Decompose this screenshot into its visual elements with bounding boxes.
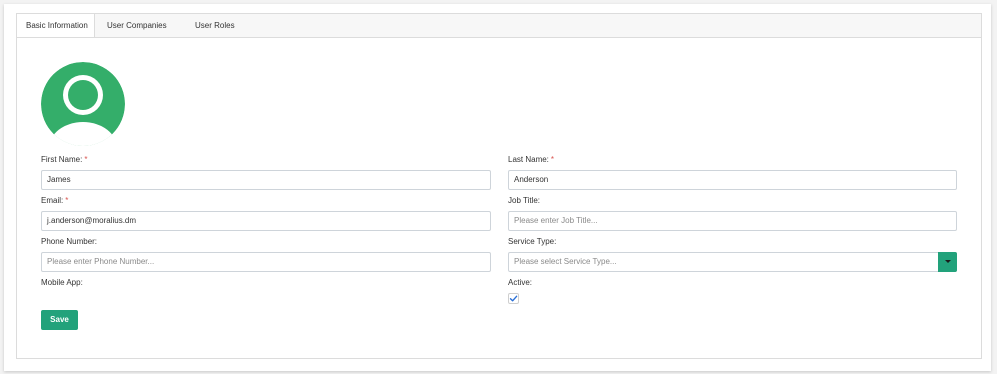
active-checkbox[interactable] xyxy=(508,293,519,304)
checkmark-icon xyxy=(509,295,518,302)
save-button[interactable]: Save xyxy=(41,310,78,330)
tab-user-companies[interactable]: User Companies xyxy=(107,14,177,39)
last-name-label-text: Last Name: xyxy=(508,155,549,164)
service-type-dropdown-button[interactable] xyxy=(938,252,957,272)
service-type-label: Service Type: xyxy=(508,237,557,246)
email-field[interactable]: j.anderson@moralius.dm xyxy=(41,211,491,231)
required-mark: * xyxy=(550,155,555,164)
tab-bar: Basic Information User Companies User Ro… xyxy=(16,13,982,40)
job-title-field[interactable]: Please enter Job Title... xyxy=(508,211,957,231)
email-label: Email: * xyxy=(41,196,68,205)
first-name-field[interactable]: James xyxy=(41,170,491,190)
user-form-card: Basic Information User Companies User Ro… xyxy=(4,4,991,371)
job-title-label: Job Title: xyxy=(508,196,541,205)
email-label-text: Email: xyxy=(41,196,64,205)
first-name-label: First Name: * xyxy=(41,155,87,164)
service-type-select[interactable]: Please select Service Type... xyxy=(508,252,957,272)
tab-user-roles[interactable]: User Roles xyxy=(195,14,245,39)
phone-number-field[interactable]: Please enter Phone Number... xyxy=(41,252,491,272)
user-avatar-icon xyxy=(41,62,125,146)
mobile-app-label: Mobile App: xyxy=(41,278,83,287)
phone-number-label: Phone Number: xyxy=(41,237,98,246)
first-name-label-text: First Name: xyxy=(41,155,83,164)
last-name-field[interactable]: Anderson xyxy=(508,170,957,190)
chevron-down-icon xyxy=(945,260,951,263)
basic-information-panel: First Name: * James Email: * j.anderson@mo… xyxy=(16,37,982,359)
required-mark: * xyxy=(65,196,69,205)
active-label: Active: xyxy=(508,278,533,287)
last-name-label: Last Name: * xyxy=(508,155,554,164)
required-mark: * xyxy=(84,155,88,164)
service-type-placeholder: Please select Service Type... xyxy=(514,257,617,266)
